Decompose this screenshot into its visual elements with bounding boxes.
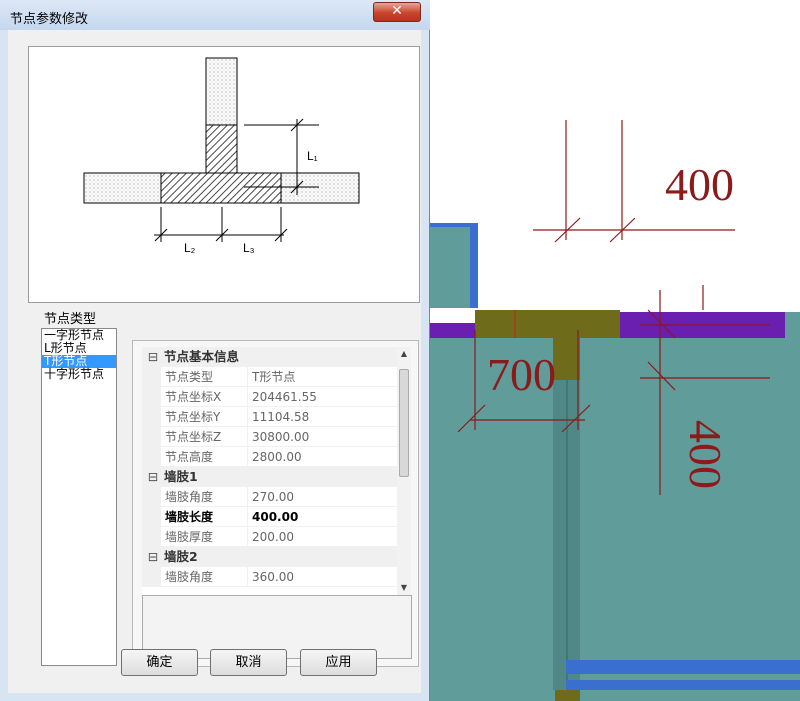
category-title: 节点基本信息 (164, 349, 240, 364)
apply-button[interactable]: 应用 (300, 649, 377, 676)
scroll-up-icon[interactable]: ▲ (397, 347, 411, 361)
property-scrollbar[interactable]: ▲ ▼ (397, 347, 411, 595)
l1-label: L₁ (307, 149, 318, 163)
dialog-title-bar[interactable]: 节点参数修改 ✕ (0, 0, 430, 30)
property-row[interactable]: 墙肢角度 270.00 (142, 487, 406, 507)
property-value[interactable]: 2800.00 (247, 447, 406, 467)
property-grid[interactable]: ⊟ 节点基本信息 节点类型 T形节点 节点坐标X 204461.55 节点坐标Y 11104.… (142, 347, 406, 595)
node-parameter-dialog: 节点参数修改 ✕ L₁ L₂ L₃ 节点类型 一字形节点 L形节点 T形节点 十… (0, 0, 430, 701)
collapse-icon[interactable]: ⊟ (142, 347, 164, 367)
dimension-text-top: 400 (665, 159, 734, 210)
property-row[interactable]: 节点坐标Y 11104.58 (142, 407, 406, 427)
node-type-item[interactable]: 十字形节点 (42, 368, 116, 381)
property-category[interactable]: ⊟ 节点基本信息 (142, 347, 406, 367)
property-row[interactable]: 墙肢厚度 200.00 (142, 527, 406, 547)
dialog-client-area: L₁ L₂ L₃ 节点类型 一字形节点 L形节点 T形节点 十字形节点 ⊟ 节点基本信息… (8, 30, 421, 693)
wall-segment (430, 338, 800, 701)
property-name: 节点类型 (161, 367, 247, 387)
property-name: 墙肢角度 (161, 487, 247, 507)
dialog-title: 节点参数修改 (10, 12, 89, 27)
property-name: 节点坐标X (161, 387, 247, 407)
property-row[interactable]: 墙肢角度 360.00 (142, 567, 406, 587)
l3-label: L₃ (243, 241, 255, 255)
l2-label: L₂ (184, 241, 196, 255)
category-title: 墙肢1 (164, 469, 198, 484)
property-name: 墙肢角度 (161, 567, 247, 587)
property-row[interactable]: 墙肢长度 400.00 (142, 507, 406, 527)
node-type-label: 节点类型 (44, 312, 97, 327)
property-value[interactable]: 270.00 (247, 487, 406, 507)
scroll-down-icon[interactable]: ▼ (397, 581, 411, 595)
close-icon: ✕ (391, 3, 403, 19)
ok-button[interactable]: 确定 (121, 649, 198, 676)
property-row[interactable]: 节点坐标Z 30800.00 (142, 427, 406, 447)
dimension-text-middle: 700 (487, 349, 556, 400)
property-value[interactable]: 30800.00 (247, 427, 406, 447)
property-row[interactable]: 节点类型 T形节点 (142, 367, 406, 387)
property-row[interactable]: 节点高度 2800.00 (142, 447, 406, 467)
category-title: 墙肢2 (164, 549, 198, 564)
property-value[interactable]: 360.00 (247, 567, 406, 587)
dimension-text-vertical: 400 (680, 420, 731, 489)
property-name: 节点坐标Y (161, 407, 247, 427)
property-category[interactable]: ⊟ 墙肢2 (142, 547, 406, 567)
property-value[interactable]: T形节点 (247, 367, 406, 387)
property-value[interactable]: 11104.58 (247, 407, 406, 427)
close-button[interactable]: ✕ (373, 2, 421, 22)
property-value[interactable]: 400.00 (247, 507, 406, 527)
property-value[interactable]: 204461.55 (247, 387, 406, 407)
collapse-icon[interactable]: ⊟ (142, 467, 164, 487)
property-row[interactable]: 节点坐标X 204461.55 (142, 387, 406, 407)
collapse-icon[interactable]: ⊟ (142, 547, 164, 567)
scroll-thumb[interactable] (399, 369, 409, 477)
node-type-list[interactable]: 一字形节点 L形节点 T形节点 十字形节点 (41, 328, 117, 666)
t-joint (475, 310, 620, 338)
property-name: 墙肢长度 (161, 507, 247, 527)
property-category[interactable]: ⊟ 墙肢1 (142, 467, 406, 487)
wall-segment (430, 223, 470, 308)
property-value[interactable]: 200.00 (247, 527, 406, 547)
property-name: 节点坐标Z (161, 427, 247, 447)
property-panel: ⊟ 节点基本信息 节点类型 T形节点 节点坐标X 204461.55 节点坐标Y 11104.… (132, 340, 419, 667)
cancel-button[interactable]: 取消 (210, 649, 287, 676)
node-preview-diagram: L₁ L₂ L₃ (28, 46, 420, 303)
property-name: 墙肢厚度 (161, 527, 247, 547)
property-name: 节点高度 (161, 447, 247, 467)
wall-segment (430, 323, 475, 338)
